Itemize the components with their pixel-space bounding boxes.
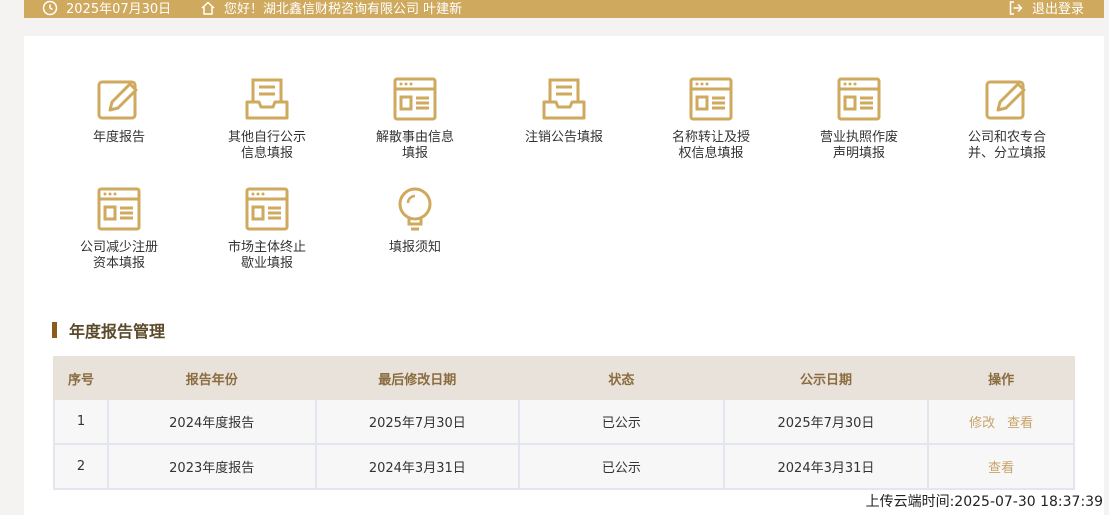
logout-label: 退出登录 <box>1032 2 1085 17</box>
col-header-actions: 操作 <box>927 356 1075 400</box>
logout-icon <box>1009 0 1023 15</box>
col-header-no: 序号 <box>53 356 109 400</box>
tile-business-termination[interactable]: 市场主体终止 歇业填报 <box>207 186 327 272</box>
tile-label: 注销公告填报 <box>524 130 603 145</box>
cell-modified: 2024年3月31日 <box>314 443 521 490</box>
browser-form-icon <box>393 77 437 121</box>
tile-label: 公司和农专合 并、分立填报 <box>967 130 1046 161</box>
browser-form-icon <box>245 187 289 231</box>
tile-merger-split[interactable]: 公司和农专合 并、分立填报 <box>947 76 1067 162</box>
tile-label: 其他自行公示 信息填报 <box>227 130 306 161</box>
browser-form-icon <box>689 77 733 121</box>
cell-year: 2024年度报告 <box>106 398 317 445</box>
annual-report-table: 序号 报告年份 最后修改日期 状态 公示日期 操作 1 2024年度报告 202… <box>53 356 1075 490</box>
table-row: 1 2024年度报告 2025年7月30日 已公示 2025年7月30日 修改查… <box>53 398 1075 445</box>
main-panel: 年度报告 其他自行公示 信息填报 解散事由信息 填报 注销公告填报 名称转让及授… <box>24 36 1104 515</box>
edit-link[interactable]: 修改 <box>969 416 995 431</box>
tile-name-transfer[interactable]: 名称转让及授 权信息填报 <box>651 76 771 162</box>
tile-label: 填报须知 <box>388 240 441 255</box>
table-row: 2 2023年度报告 2024年3月31日 已公示 2024年3月31日 查看 <box>53 443 1075 490</box>
tile-label: 公司减少注册 资本填报 <box>79 240 158 271</box>
lightbulb-icon <box>398 187 432 231</box>
tile-label: 市场主体终止 歇业填报 <box>227 240 306 271</box>
tile-annual-report[interactable]: 年度报告 <box>59 76 179 146</box>
section-title: 年度报告管理 <box>52 318 165 342</box>
col-header-published: 公示日期 <box>722 356 930 400</box>
logout-button[interactable]: 退出登录 <box>1008 0 1084 17</box>
cell-actions: 查看 <box>927 443 1075 490</box>
document-tray-icon <box>542 78 586 120</box>
user-greeting: 您好！湖北鑫信财税咨询有限公司 叶建新 <box>200 0 462 17</box>
tile-capital-reduction[interactable]: 公司减少注册 资本填报 <box>59 186 179 272</box>
tile-dissolution-info[interactable]: 解散事由信息 填报 <box>355 76 475 162</box>
tile-label: 营业执照作废 声明填报 <box>819 130 898 161</box>
cell-published: 2025年7月30日 <box>722 398 930 445</box>
date-text: 2025年07月30日 <box>66 2 172 17</box>
table-header-row: 序号 报告年份 最后修改日期 状态 公示日期 操作 <box>53 356 1075 400</box>
tile-label: 解散事由信息 填报 <box>375 130 454 161</box>
cell-no: 1 <box>53 398 109 445</box>
col-header-status: 状态 <box>518 356 725 400</box>
date-display: 2025年07月30日 <box>42 0 171 17</box>
tile-label: 名称转让及授 权信息填报 <box>671 130 750 161</box>
edit-icon <box>985 80 1026 120</box>
tile-filing-guide[interactable]: 填报须知 <box>355 186 475 256</box>
edit-icon <box>97 80 138 120</box>
document-tray-icon <box>245 78 289 120</box>
upload-time: 上传云端时间:2025-07-30 18:37:39 <box>861 491 1103 511</box>
top-bar: 2025年07月30日 您好！湖北鑫信财税咨询有限公司 叶建新 退出登录 <box>24 0 1104 18</box>
tile-deregistration-notice[interactable]: 注销公告填报 <box>504 76 624 146</box>
cell-modified: 2025年7月30日 <box>314 398 521 445</box>
greeting-text: 您好！湖北鑫信财税咨询有限公司 叶建新 <box>224 2 463 17</box>
cell-published: 2024年3月31日 <box>722 443 930 490</box>
section-title-text: 年度报告管理 <box>69 322 166 341</box>
view-link[interactable]: 查看 <box>988 461 1014 476</box>
browser-form-icon <box>837 77 881 121</box>
cell-no: 2 <box>53 443 109 490</box>
tile-license-void[interactable]: 营业执照作废 声明填报 <box>799 76 919 162</box>
col-header-modified: 最后修改日期 <box>314 356 521 400</box>
cell-status: 已公示 <box>518 443 725 490</box>
browser-form-icon <box>97 187 141 231</box>
cell-status: 已公示 <box>518 398 725 445</box>
tile-other-disclosure[interactable]: 其他自行公示 信息填报 <box>207 76 327 162</box>
cell-year: 2023年度报告 <box>106 443 317 490</box>
cell-actions: 修改 查看 <box>927 398 1075 445</box>
clock-icon <box>42 0 58 15</box>
tile-label: 年度报告 <box>92 130 145 145</box>
col-header-year: 报告年份 <box>106 356 317 400</box>
section-marker <box>52 322 57 338</box>
home-icon <box>201 0 215 15</box>
view-link[interactable]: 查看 <box>1007 416 1033 431</box>
